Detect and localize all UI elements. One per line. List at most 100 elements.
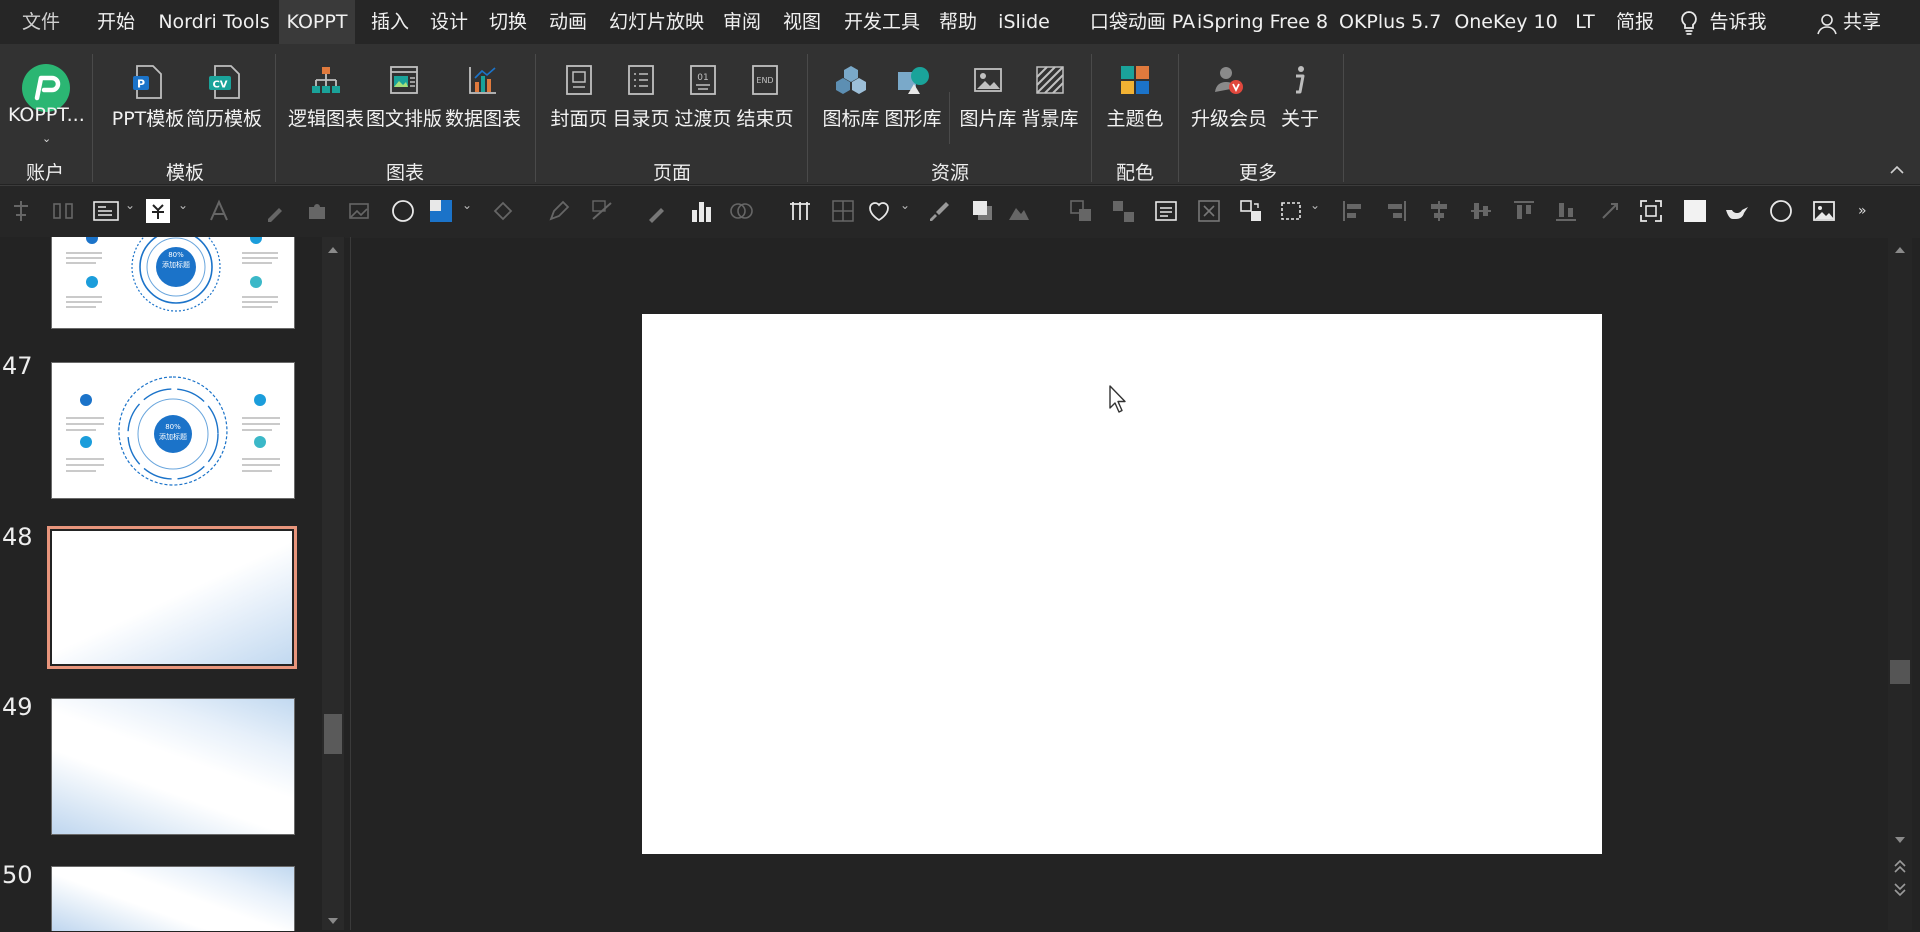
scroll-down-arrow-icon[interactable]: [1893, 832, 1907, 846]
transition-page-button[interactable]: 01 过渡页: [671, 60, 735, 140]
replace-image-icon[interactable]: [1238, 198, 1264, 224]
tab-help[interactable]: 帮助: [938, 0, 978, 44]
tab-okplus[interactable]: OKPlus 5.7: [1339, 0, 1441, 44]
tab-home[interactable]: 开始: [96, 0, 136, 44]
shape-effect-icon[interactable]: [1006, 198, 1032, 224]
slide-thumbnail-49[interactable]: [51, 698, 295, 835]
thumbnail-scroll-thumb[interactable]: [324, 714, 342, 754]
koppt-account-button[interactable]: KOPPT... ⌄: [8, 60, 85, 145]
text-box-icon[interactable]: [92, 198, 124, 224]
slide-thumbnail-50[interactable]: [51, 866, 295, 931]
image-effects-icon[interactable]: [346, 198, 372, 224]
editor-scrollbar[interactable]: [1888, 237, 1912, 930]
chevron-down-icon[interactable]: ⌄: [462, 198, 474, 224]
align-icon[interactable]: [8, 198, 34, 224]
tab-slideshow[interactable]: 幻灯片放映: [609, 0, 704, 44]
share-button[interactable]: 共享: [1842, 0, 1882, 44]
ppt-template-button[interactable]: P PPT模板: [108, 60, 188, 140]
merge-shapes-icon[interactable]: [728, 198, 754, 224]
insert-picture-icon[interactable]: [1811, 198, 1837, 224]
data-chart-button[interactable]: 数据图表: [445, 60, 521, 140]
align-middle-icon[interactable]: [1468, 198, 1494, 224]
align-right-icon[interactable]: [1383, 198, 1409, 224]
previous-slide-icon[interactable]: [1893, 858, 1907, 874]
scroll-down-arrow-icon[interactable]: [326, 913, 340, 927]
color-picker-icon[interactable]: [645, 198, 671, 224]
tab-developer[interactable]: 开发工具: [842, 0, 922, 44]
rotate-icon[interactable]: [1597, 198, 1623, 224]
align-bottom-icon[interactable]: [1553, 198, 1579, 224]
end-page-button[interactable]: END 结束页: [733, 60, 797, 140]
tab-pocket-animation[interactable]: 口袋动画 PA: [1075, 0, 1210, 44]
ungroup-icon[interactable]: [1110, 198, 1136, 224]
image-layout-button[interactable]: 图文排版: [366, 60, 442, 140]
chart-icon[interactable]: [688, 198, 714, 224]
chevron-down-icon[interactable]: ⌄: [1310, 198, 1322, 224]
toc-page-button[interactable]: 目录页: [609, 60, 673, 140]
tab-koppt[interactable]: KOPPT: [279, 0, 355, 44]
tab-onekey[interactable]: OneKey 10: [1454, 0, 1558, 44]
tab-nordri-tools[interactable]: Nordri Tools: [158, 0, 270, 44]
bring-forward-icon[interactable]: [970, 198, 996, 224]
tab-jianbao[interactable]: 简报: [1615, 0, 1655, 44]
panel-divider[interactable]: [350, 237, 351, 930]
circle-shape-icon[interactable]: [390, 198, 416, 224]
slide-thumbnail-48-selected[interactable]: [52, 531, 292, 664]
align-top-icon[interactable]: [1511, 198, 1537, 224]
crop-frame-icon[interactable]: [1278, 198, 1304, 224]
white-rect-icon[interactable]: [1682, 198, 1708, 224]
distribute-icon[interactable]: [50, 198, 76, 224]
puzzle-icon[interactable]: [304, 198, 330, 224]
icon-library-button[interactable]: 图标库: [818, 60, 884, 140]
editor-scroll-thumb[interactable]: [1890, 660, 1910, 684]
collapse-ribbon-icon[interactable]: [1888, 162, 1906, 178]
next-slide-icon[interactable]: [1893, 882, 1907, 898]
image-library-button[interactable]: 图片库: [955, 60, 1021, 140]
lightbulb-icon[interactable]: [1678, 10, 1700, 36]
tab-file[interactable]: 文件: [18, 0, 64, 44]
tab-lt[interactable]: LT: [1572, 0, 1598, 44]
align-left-icon[interactable]: [1340, 198, 1366, 224]
tab-insert[interactable]: 插入: [370, 0, 410, 44]
tab-transition[interactable]: 切换: [488, 0, 528, 44]
tell-me-search[interactable]: 告诉我: [1708, 0, 1768, 44]
align-center-icon[interactable]: [1426, 198, 1452, 224]
table-icon[interactable]: [787, 198, 813, 224]
brush-icon[interactable]: [926, 198, 952, 224]
delete-box-icon[interactable]: [1196, 198, 1222, 224]
genie-lamp-icon[interactable]: [1724, 198, 1750, 224]
font-icon[interactable]: [206, 198, 232, 224]
slide-thumbnail[interactable]: 80% 添加标题: [51, 237, 295, 329]
tab-view[interactable]: 视图: [782, 0, 822, 44]
scroll-up-arrow-icon[interactable]: [326, 242, 340, 256]
text-direction-icon[interactable]: [145, 198, 171, 224]
fill-color-icon[interactable]: [428, 198, 454, 224]
cover-page-button[interactable]: 封面页: [547, 60, 611, 140]
theme-color-button[interactable]: 主题色: [1100, 60, 1170, 140]
group-icon[interactable]: [1068, 198, 1094, 224]
pen-icon[interactable]: [546, 198, 572, 224]
toolbar-overflow-icon[interactable]: »: [1858, 198, 1876, 224]
background-library-button[interactable]: 背景库: [1017, 60, 1083, 140]
thumbnail-scrollbar[interactable]: [322, 237, 344, 930]
text-frame-icon[interactable]: [1153, 198, 1179, 224]
scroll-up-arrow-icon[interactable]: [1893, 242, 1907, 256]
eyedropper-icon[interactable]: [262, 198, 288, 224]
about-button[interactable]: 关于: [1272, 60, 1328, 140]
tab-animation[interactable]: 动画: [548, 0, 588, 44]
shape-library-button[interactable]: 图形库: [880, 60, 946, 140]
tab-ispring[interactable]: iSpring Free 8: [1197, 0, 1328, 44]
chevron-down-icon[interactable]: ⌄: [125, 198, 137, 224]
edit-shape-icon[interactable]: [866, 198, 892, 224]
tab-islide[interactable]: iSlide: [996, 0, 1052, 44]
line-style-icon[interactable]: [590, 198, 616, 224]
chevron-down-icon[interactable]: ⌄: [900, 198, 912, 224]
tab-review[interactable]: 审阅: [722, 0, 762, 44]
tab-design[interactable]: 设计: [429, 0, 469, 44]
grid-icon[interactable]: [830, 198, 856, 224]
upgrade-member-button[interactable]: 升级会员: [1188, 60, 1270, 140]
fit-slide-icon[interactable]: [1638, 198, 1664, 224]
oval-icon[interactable]: [1768, 198, 1794, 224]
logic-chart-button[interactable]: 逻辑图表: [288, 60, 364, 140]
slide-thumbnail-47[interactable]: 80% 添加标题: [51, 362, 295, 499]
